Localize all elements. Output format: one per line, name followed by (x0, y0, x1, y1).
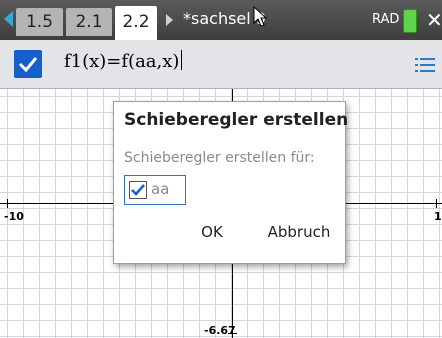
x-axis-tick (436, 199, 437, 208)
next-page-arrow-icon[interactable] (166, 14, 173, 26)
function-formula-input[interactable]: f1(x)=f(aa,x) (64, 50, 183, 72)
checkmark-icon (18, 57, 38, 73)
x-axis-min-label: -10 (4, 210, 24, 223)
list-menu-icon[interactable] (415, 57, 435, 73)
previous-page-arrow-icon[interactable] (4, 11, 13, 27)
tab-page-2-1[interactable]: 2.1 (66, 8, 112, 36)
angle-mode-indicator: RAD (372, 12, 400, 27)
function-visibility-checkbox[interactable] (14, 50, 42, 78)
battery-icon (403, 9, 417, 33)
create-slider-dialog: Schieberegler erstellen Schieberegler er… (113, 101, 349, 264)
y-axis-min-label: -6.67 (204, 324, 236, 337)
checkmark-icon (131, 184, 145, 196)
cancel-button[interactable]: Abbruch (262, 217, 336, 247)
variable-label: aa (151, 180, 170, 198)
text-caret (181, 50, 183, 70)
dialog-subtitle: Schieberegler erstellen für: (124, 150, 315, 166)
document-tab-bar: 1.5 2.1 2.2 *sachsel 9 RAD ✕ (0, 0, 442, 40)
variable-checkbox[interactable] (129, 181, 147, 199)
x-axis-max-label: 1 (434, 210, 442, 223)
x-axis-tick (7, 199, 8, 208)
close-icon[interactable]: ✕ (426, 8, 442, 32)
ok-button[interactable]: OK (186, 217, 238, 247)
mouse-pointer-icon (253, 6, 267, 27)
variable-option[interactable]: aa (124, 175, 186, 205)
function-entry-line[interactable]: f1(x)=f(aa,x) (0, 40, 442, 89)
dialog-title: Schieberegler erstellen (124, 110, 349, 130)
tab-page-2-2[interactable]: 2.2 (115, 6, 157, 40)
tab-page-1-5[interactable]: 1.5 (16, 8, 63, 36)
formula-text: f1(x)=f(aa,x) (64, 51, 180, 72)
